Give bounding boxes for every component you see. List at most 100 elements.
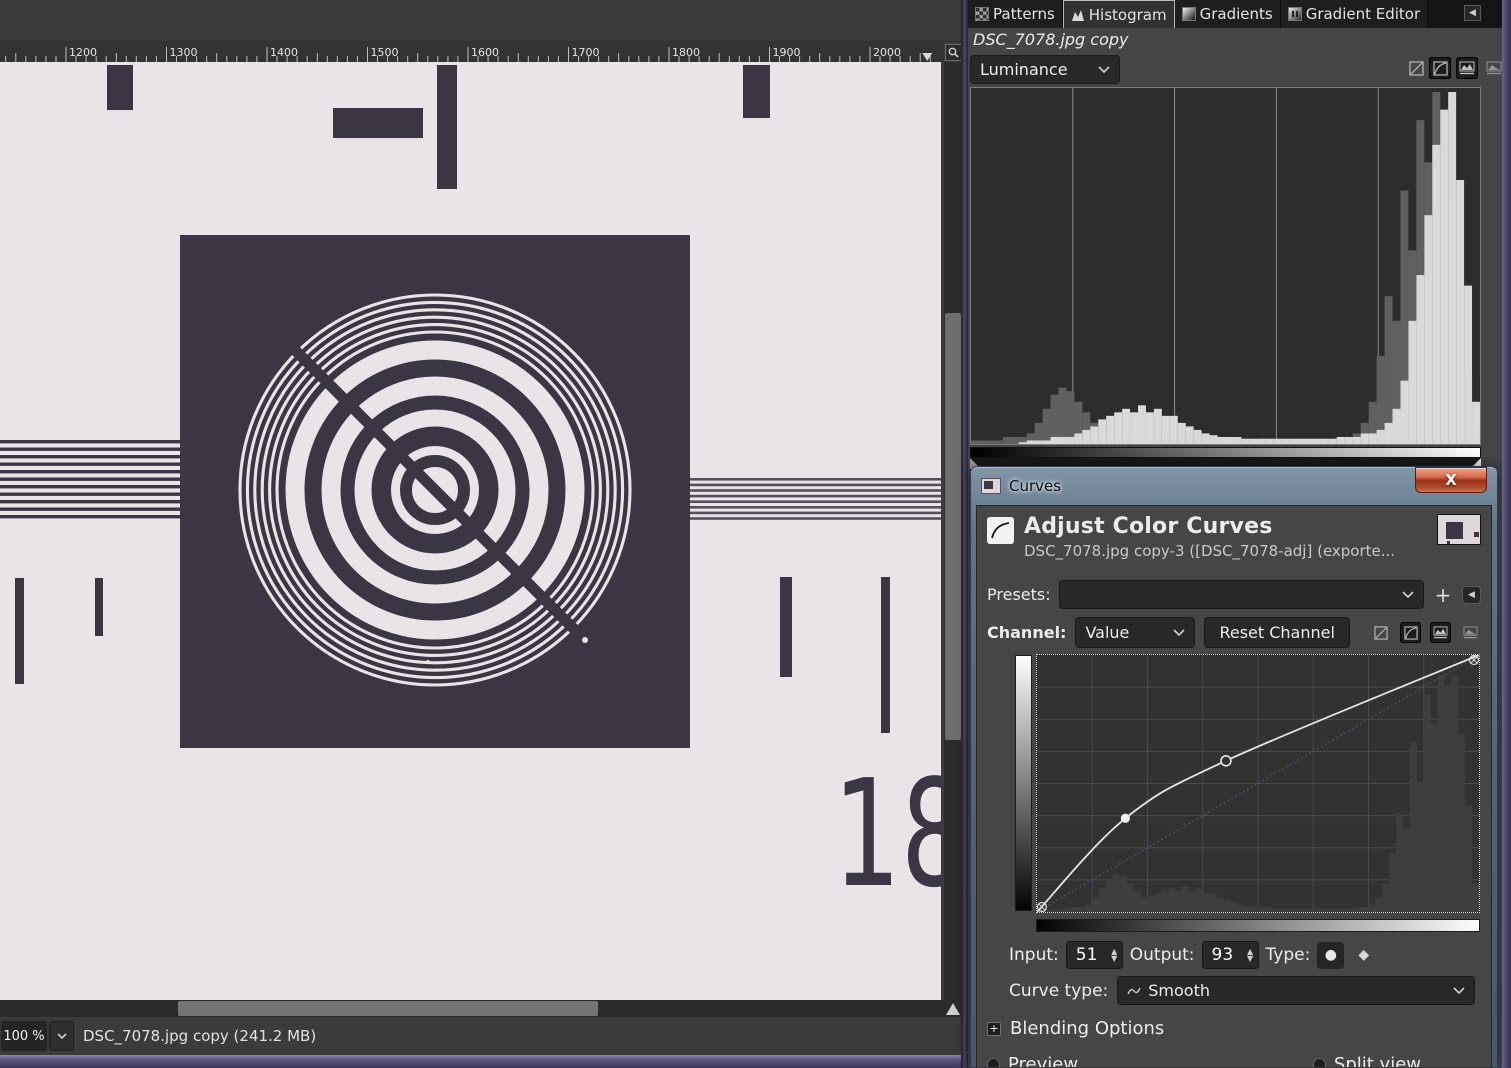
preview-checkbox[interactable]: Preview (987, 1054, 1078, 1068)
zoom-dropdown-button[interactable] (49, 1021, 74, 1051)
svg-text:1300: 1300 (170, 46, 198, 59)
spinner-arrows-icon[interactable]: ▲▼ (1107, 948, 1122, 962)
image-canvas[interactable]: 18 (0, 62, 941, 1000)
tab-label: Gradient Editor (1306, 5, 1420, 23)
curve-histogram-view-button[interactable] (1430, 622, 1451, 643)
squiggle-icon (1127, 981, 1141, 1000)
presets-label: Presets: (987, 585, 1051, 604)
type-label: Type: (1266, 945, 1311, 965)
adjust-header: Adjust Color Curves DSC_7078.jpg copy-3 … (987, 514, 1481, 572)
dialog-titlebar[interactable]: Curves X (971, 467, 1497, 505)
linear-curve-button[interactable] (1370, 622, 1391, 643)
tab-label: Histogram (1089, 6, 1167, 24)
gradient-editor-icon (1288, 7, 1302, 21)
linear-histogram-button[interactable] (1405, 57, 1427, 79)
split-view-checkbox[interactable]: Split view (1313, 1054, 1421, 1068)
chevron-down-icon (1098, 66, 1110, 73)
output-gradient-bar (1015, 655, 1032, 911)
patterns-icon (975, 7, 989, 21)
curve-editor[interactable] (1036, 654, 1480, 913)
curve-type-value: Smooth (1148, 981, 1210, 1000)
gimp-window: 120013001400150016001700180019002000 18 … (0, 0, 1511, 1068)
vertical-scrollbar[interactable] (944, 62, 962, 1000)
tab-gradients[interactable]: Gradients (1175, 0, 1281, 28)
svg-text:1500: 1500 (371, 46, 399, 59)
histogram-display[interactable] (970, 87, 1481, 445)
navigation-corner-button[interactable] (944, 1000, 962, 1017)
log-curve-button[interactable] (1400, 622, 1421, 643)
input-gradient-bar (1036, 919, 1480, 932)
pane-divider[interactable] (961, 0, 968, 1068)
dialog-body: Adjust Color Curves DSC_7078.jpg copy-3 … (976, 505, 1492, 1068)
svg-text:1400: 1400 (270, 46, 298, 59)
logarithmic-icon (1404, 626, 1418, 640)
blending-options-label: Blending Options (1010, 1018, 1164, 1039)
test-chart-image: 18 (0, 62, 941, 1000)
log-histogram-button[interactable] (1429, 57, 1451, 79)
tab-gradient-editor[interactable]: Gradient Editor (1281, 0, 1428, 28)
image-thumbnail (1437, 514, 1481, 545)
histogram-plot (971, 88, 1480, 444)
tab-label: Gradients (1200, 5, 1273, 23)
chevron-down-icon (1402, 591, 1414, 598)
channel-label: Channel: (987, 623, 1066, 642)
curve-type-combobox[interactable]: Smooth (1117, 976, 1475, 1005)
presets-combobox[interactable] (1059, 580, 1424, 609)
preview-row: Preview Split view (987, 1054, 1481, 1068)
checkbox-icon (987, 1058, 1000, 1068)
horizontal-ruler[interactable]: 120013001400150016001700180019002000 (0, 42, 944, 62)
zoom-level-box[interactable]: 100 % (1, 1021, 47, 1051)
curve-type-row: Curve type: Smooth (987, 976, 1481, 1005)
dialog-heading: Adjust Color Curves (1024, 514, 1437, 539)
dialog-app-icon (981, 478, 1001, 494)
zoom-follow-window-button[interactable] (945, 44, 962, 61)
preview-label: Preview (1008, 1054, 1078, 1068)
expander-plus-icon[interactable]: + (987, 1022, 1001, 1036)
image-title-status: DSC_7078.jpg copy (241.2 MB) (83, 1027, 316, 1045)
dock-tabbar: Patterns Histogram Gradients Gradient Ed… (968, 0, 1511, 28)
channel-value: Value (1085, 623, 1129, 642)
horizontal-scrollbar-thumb[interactable] (178, 1001, 598, 1016)
histogram-view-button[interactable] (1456, 57, 1478, 79)
histogram-channel-select[interactable]: Luminance (970, 55, 1120, 84)
checkbox-icon (1313, 1058, 1326, 1068)
svg-text:1700: 1700 (572, 46, 600, 59)
panel-menu-button[interactable]: ◀ (1464, 5, 1481, 21)
navigation-triangle-icon (946, 1003, 960, 1015)
input-spinbox[interactable]: 51 ▲▼ (1066, 941, 1123, 969)
empty-toolbar-strip (0, 0, 962, 42)
curve-type-label: Curve type: (1009, 981, 1108, 1001)
dialog-title: Curves (1009, 477, 1061, 495)
preset-menu-button[interactable]: ◀ (1462, 586, 1481, 604)
histogram-view-icon (1459, 61, 1475, 75)
horizontal-scrollbar[interactable] (0, 1000, 944, 1017)
point-type-smooth-button[interactable]: ● (1317, 942, 1344, 969)
canvas-pane: 120013001400150016001700180019002000 18 … (0, 0, 968, 1068)
output-spinbox[interactable]: 93 ▲▼ (1202, 941, 1259, 969)
window-bottom-border (0, 1055, 968, 1068)
presets-row: Presets: + ◀ (987, 580, 1481, 609)
output-value: 93 (1203, 945, 1243, 965)
close-button[interactable]: X (1415, 467, 1487, 493)
tab-patterns[interactable]: Patterns (968, 0, 1063, 28)
input-output-row: Input: 51 ▲▼ Output: 93 ▲▼ Type: ● ◆ (987, 941, 1481, 969)
curve-selected-point[interactable] (1121, 814, 1130, 823)
logarithmic-icon (1433, 61, 1448, 76)
curve-control-point[interactable] (1221, 756, 1231, 766)
input-label: Input: (1009, 945, 1059, 965)
channel-combobox[interactable]: Value (1075, 617, 1195, 648)
output-label: Output: (1130, 945, 1195, 965)
svg-text:1800: 1800 (672, 46, 700, 59)
tab-histogram[interactable]: Histogram (1063, 0, 1175, 28)
statusbar: 100 % DSC_7078.jpg copy (241.2 MB) (0, 1017, 962, 1055)
spinner-arrows-icon[interactable]: ▲▼ (1243, 948, 1258, 962)
curves-dialog: Curves X Adjust Color Curves DSC_7078.jp… (970, 466, 1498, 1068)
point-type-corner-button[interactable]: ◆ (1358, 947, 1369, 963)
reset-channel-button[interactable]: Reset Channel (1204, 617, 1349, 648)
vertical-scrollbar-thumb[interactable] (945, 313, 961, 740)
blending-options-row[interactable]: + Blending Options (987, 1018, 1481, 1039)
curve-histogram-border-button[interactable] (1460, 622, 1481, 643)
histogram-view-icon (1433, 626, 1448, 639)
add-preset-button[interactable]: + (1432, 583, 1454, 607)
channel-selected-value: Luminance (980, 60, 1068, 79)
